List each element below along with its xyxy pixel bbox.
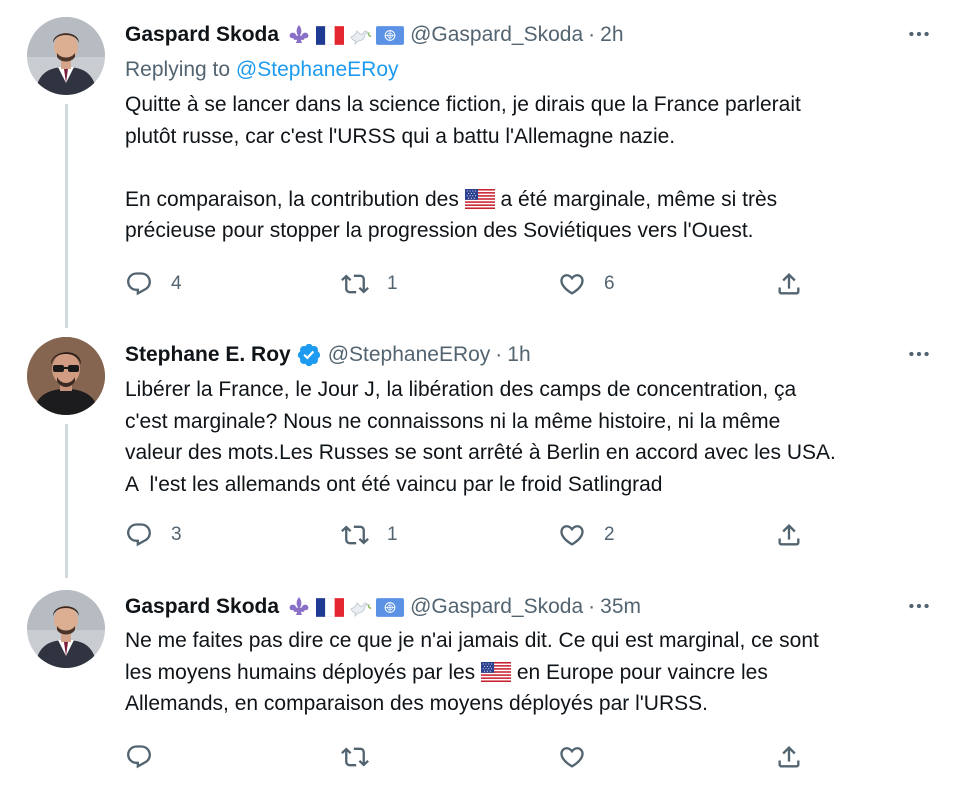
like-count: 6 [604,273,615,294]
reply-count: 3 [171,524,182,545]
like-icon [558,270,586,298]
retweet-icon [341,521,369,549]
replying-to-mention-link[interactable]: @StephaneERoy [236,58,399,81]
display-name[interactable]: Stephane E. Roy [125,343,291,367]
retweet-button[interactable]: 1 [341,267,398,301]
united-nations-flag-emoji-icon [376,26,404,45]
share-button[interactable] [775,518,803,552]
like-icon [558,743,586,771]
like-icon [558,521,586,549]
reply-icon [125,521,153,549]
like-button[interactable] [558,740,586,774]
replying-to: Replying to @StephaneERoy [125,58,399,82]
dove-emoji-icon [347,595,373,619]
avatar[interactable] [27,337,105,415]
tweet-actions: 4 1 6 [125,267,815,301]
tweet-text-line: Libérer la France, le Jour J, la libérat… [125,378,797,401]
name-badges [285,595,404,619]
display-name[interactable]: Gaspard Skoda [125,23,279,47]
retweet-button[interactable]: 1 [341,518,398,552]
more-options-button[interactable] [904,593,934,619]
tweet-text: Ne me faites pas dire ce que je n'ai jam… [125,625,945,720]
share-icon [775,521,803,549]
france-flag-emoji-icon [316,598,344,617]
timestamp[interactable]: 1h [507,343,530,367]
handle[interactable]: @StephaneERoy [328,343,491,367]
tweet-text: Quitte à se lancer dans la science ficti… [125,89,945,247]
share-icon [775,743,803,771]
avatar[interactable] [27,17,105,95]
tweet-text-segment: en Europe pour vaincre les [511,660,768,684]
tweet[interactable]: Stephane E. Roy @StephaneERoy · 1h Libér… [0,325,972,575]
tweet-text-segment: les moyens humains déployés par les [125,660,482,684]
name-badges [285,23,404,47]
display-name[interactable]: Gaspard Skoda [125,595,279,619]
like-count: 2 [604,524,615,545]
verified-badge-icon [296,342,322,368]
retweet-icon [341,270,369,298]
reply-icon [125,743,153,771]
france-flag-emoji-icon [316,26,344,45]
share-icon [775,270,803,298]
retweet-count: 1 [387,524,398,545]
timestamp[interactable]: 2h [600,23,623,47]
tweet[interactable]: Gaspard Skoda @Gaspard_Skoda · 2h Replyi… [0,0,972,325]
us-flag-emoji-icon [465,189,495,209]
tweet-text-segment: a été marginale, même si très [494,187,778,211]
tweet-text-line: A l'est les allemands ont été vaincu par… [125,472,663,496]
tweet-text-segment: En comparaison, la contribution des [125,187,465,211]
reply-count: 4 [171,273,182,294]
tweet-text-line: précieuse pour stopper la progression de… [125,219,754,242]
like-button[interactable]: 6 [558,267,615,301]
tweet-text-line: c'est marginale? Nous ne connaissons ni … [125,409,781,433]
handle[interactable]: @Gaspard_Skoda [410,23,583,47]
tweet-thread: Gaspard Skoda @Gaspard_Skoda · 2h Replyi… [0,0,972,798]
tweet-actions: 3 1 2 [125,518,815,552]
tweet-header: Stephane E. Roy @StephaneERoy · 1h [125,340,531,370]
separator-dot: · [588,23,596,46]
separator-dot: · [495,343,503,366]
us-flag-emoji-icon [481,662,511,682]
tweet-header: Gaspard Skoda @Gaspard_Skoda · 35m [125,592,641,622]
retweet-button[interactable] [341,740,369,774]
separator-dot: · [588,595,596,618]
tweet-text-line: Ne me faites pas dire ce que je n'ai jam… [125,629,819,652]
tweet-text: Libérer la France, le Jour J, la libérat… [125,374,945,500]
reply-icon [125,270,153,298]
avatar[interactable] [27,590,105,668]
tweet[interactable]: Gaspard Skoda @Gaspard_Skoda · 35m Ne me… [0,575,972,798]
fleur-de-lis-emoji-icon [285,23,313,47]
tweet-text-line: Allemands, en comparaison des moyens dép… [125,692,708,715]
reply-button[interactable]: 3 [125,518,182,552]
retweet-icon [341,743,369,771]
tweet-text-line: En comparaison, la contribution des a ét… [125,184,945,216]
tweet-text-line: valeur des mots.Les Russes se sont arrêt… [125,441,836,464]
more-icon [906,593,932,619]
retweet-count: 1 [387,273,398,294]
more-icon [906,341,932,367]
tweet-text-line: plutôt russe, car c'est l'URSS qui a bat… [125,124,676,148]
handle[interactable]: @Gaspard_Skoda [410,595,583,619]
more-icon [906,21,932,47]
reply-button[interactable]: 4 [125,267,182,301]
reply-button[interactable] [125,740,153,774]
more-options-button[interactable] [904,341,934,367]
fleur-de-lis-emoji-icon [285,595,313,619]
like-button[interactable]: 2 [558,518,615,552]
timestamp[interactable]: 35m [600,595,641,619]
united-nations-flag-emoji-icon [376,598,404,617]
share-button[interactable] [775,267,803,301]
dove-emoji-icon [347,23,373,47]
tweet-text-line: Quitte à se lancer dans la science ficti… [125,93,801,116]
tweet-header: Gaspard Skoda @Gaspard_Skoda · 2h [125,20,624,50]
tweet-actions [125,740,815,774]
replying-to-label: Replying to [125,58,236,81]
more-options-button[interactable] [904,21,934,47]
tweet-text-line: les moyens humains déployés par les en E… [125,657,945,689]
share-button[interactable] [775,740,803,774]
